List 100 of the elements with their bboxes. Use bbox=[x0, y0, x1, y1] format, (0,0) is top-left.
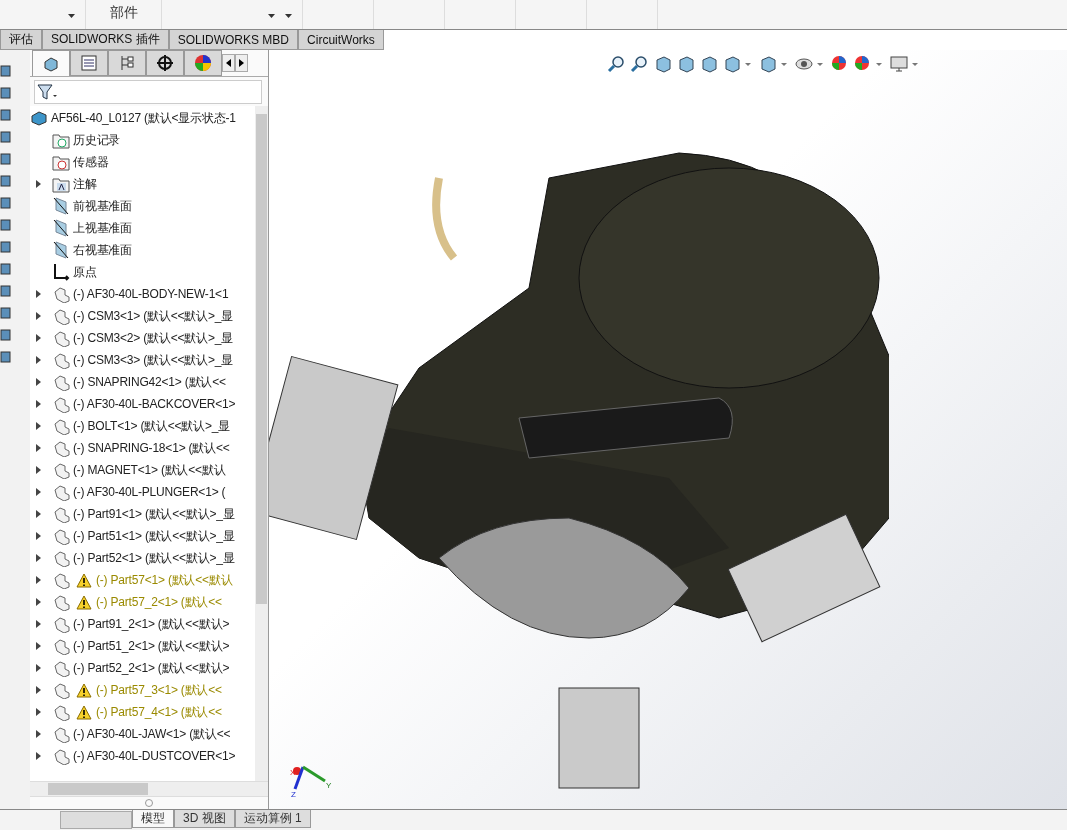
origin-icon bbox=[52, 263, 70, 281]
tree-item[interactable]: (-) CSM3<1> (默认<<默认>_显 bbox=[73, 307, 233, 325]
caret-icon[interactable] bbox=[285, 13, 292, 18]
tool-icon[interactable] bbox=[0, 284, 12, 298]
tree-item[interactable]: (-) MAGNET<1> (默认<<默认 bbox=[73, 461, 226, 479]
command-tab[interactable]: SOLIDWORKS 插件 bbox=[42, 30, 169, 50]
scroll-left-button[interactable] bbox=[222, 54, 235, 72]
right-arrow-icon bbox=[239, 59, 244, 67]
ribbon-button-label[interactable]: 部件 bbox=[109, 5, 138, 20]
tree-item[interactable]: (-) AF30-40L-BACKCOVER<1> bbox=[73, 397, 236, 411]
tool-icon[interactable] bbox=[0, 306, 12, 320]
expand-arrow-icon[interactable] bbox=[36, 378, 41, 386]
caret-icon[interactable] bbox=[68, 13, 75, 18]
tool-icon[interactable] bbox=[0, 328, 12, 342]
filter-icon[interactable] bbox=[37, 83, 57, 101]
part-icon bbox=[52, 373, 70, 391]
zoom-area-icon[interactable] bbox=[630, 55, 650, 73]
expand-arrow-icon[interactable] bbox=[36, 488, 41, 496]
tree-item[interactable]: (-) AF30-40L-DUSTCOVER<1> bbox=[73, 749, 236, 763]
tool-icon[interactable] bbox=[0, 218, 12, 232]
tree-item[interactable]: 传感器 bbox=[73, 153, 109, 171]
expand-arrow-icon[interactable] bbox=[36, 400, 41, 408]
tool-icon[interactable] bbox=[0, 86, 12, 100]
horizontal-scrollbar[interactable] bbox=[30, 781, 268, 796]
monitor-icon[interactable] bbox=[889, 55, 909, 73]
expand-arrow-icon[interactable] bbox=[36, 686, 41, 694]
command-tab[interactable]: SOLIDWORKS MBD bbox=[168, 30, 299, 50]
tool-icon[interactable] bbox=[0, 350, 12, 364]
part-icon bbox=[52, 285, 70, 303]
expand-arrow-icon[interactable] bbox=[36, 598, 41, 606]
panel-tab[interactable] bbox=[146, 50, 184, 76]
expand-arrow-icon[interactable] bbox=[36, 334, 41, 342]
expand-arrow-icon[interactable] bbox=[36, 642, 41, 650]
tree-item[interactable]: AF56L-40_L0127 (默认<显示状态-1 bbox=[51, 109, 236, 127]
expand-arrow-icon[interactable] bbox=[36, 356, 41, 364]
panel-tab[interactable] bbox=[184, 50, 222, 76]
tree-item[interactable]: (-) Part57_4<1> (默认<< bbox=[96, 703, 222, 721]
tree-item[interactable]: (-) Part57<1> (默认<<默认 bbox=[96, 571, 233, 589]
tree-item[interactable]: (-) SNAPRING42<1> (默认<< bbox=[73, 373, 226, 391]
tool-icon[interactable] bbox=[0, 64, 12, 78]
tree-item[interactable]: (-) AF30-40L-JAW<1> (默认<< bbox=[73, 725, 231, 743]
tree-item[interactable]: (-) Part52<1> (默认<<默认>_显 bbox=[73, 549, 235, 567]
tree-item[interactable]: (-) Part57_3<1> (默认<< bbox=[96, 681, 222, 699]
tree-item[interactable]: (-) AF30-40L-BODY-NEW-1<1 bbox=[73, 287, 229, 301]
expand-arrow-icon[interactable] bbox=[36, 466, 41, 474]
tree-item[interactable]: (-) Part51<1> (默认<<默认>_显 bbox=[73, 527, 235, 545]
scroll-right-button[interactable] bbox=[235, 54, 248, 72]
command-tab[interactable]: CircuitWorks bbox=[298, 30, 384, 50]
zoom-fit-icon[interactable] bbox=[607, 55, 627, 73]
expand-arrow-icon[interactable] bbox=[36, 664, 41, 672]
expand-arrow-icon[interactable] bbox=[36, 752, 41, 760]
tree-item[interactable]: 上视基准面 bbox=[73, 219, 132, 237]
expand-arrow-icon[interactable] bbox=[36, 290, 41, 298]
expand-arrow-icon[interactable] bbox=[36, 576, 41, 584]
caret-icon[interactable] bbox=[268, 13, 275, 18]
tree-item[interactable]: 右视基准面 bbox=[73, 241, 132, 259]
command-tab[interactable]: 评估 bbox=[0, 30, 42, 50]
tree-item[interactable]: 前视基准面 bbox=[73, 197, 132, 215]
assembly-icon bbox=[30, 109, 48, 127]
tree-item[interactable]: (-) Part52_2<1> (默认<<默认> bbox=[73, 659, 230, 677]
expand-arrow-icon[interactable] bbox=[36, 708, 41, 716]
part-icon bbox=[52, 615, 70, 633]
hide-show-icon[interactable] bbox=[794, 55, 814, 73]
tree-item[interactable]: (-) Part51_2<1> (默认<<默认> bbox=[73, 637, 230, 655]
tool-icon[interactable] bbox=[0, 262, 12, 276]
expand-arrow-icon[interactable] bbox=[36, 422, 41, 430]
part-icon bbox=[52, 681, 70, 699]
tree-item[interactable]: 原点 bbox=[73, 263, 97, 281]
tool-icon[interactable] bbox=[0, 240, 12, 254]
expand-arrow-icon[interactable] bbox=[36, 312, 41, 320]
part-icon bbox=[52, 703, 70, 721]
part-icon bbox=[52, 351, 70, 369]
expand-arrow-icon[interactable] bbox=[36, 554, 41, 562]
tree-item[interactable]: 历史记录 bbox=[73, 131, 121, 149]
tool-icon[interactable] bbox=[0, 174, 12, 188]
expand-arrow-icon[interactable] bbox=[36, 510, 41, 518]
tool-icon[interactable] bbox=[0, 130, 12, 144]
tree-item[interactable]: (-) Part57_2<1> (默认<< bbox=[96, 593, 222, 611]
expand-arrow-icon[interactable] bbox=[36, 532, 41, 540]
tree-item[interactable]: (-) BOLT<1> (默认<<默认>_显 bbox=[73, 417, 231, 435]
expand-arrow-icon[interactable] bbox=[36, 730, 41, 738]
tree-item[interactable]: (-) AF30-40L-PLUNGER<1> ( bbox=[73, 485, 226, 499]
expand-arrow-icon[interactable] bbox=[36, 180, 41, 188]
view-tab[interactable]: 运动算例 1 bbox=[234, 810, 311, 828]
tree-item[interactable]: (-) SNAPRING-18<1> (默认<< bbox=[73, 439, 230, 457]
tree-item[interactable]: (-) CSM3<3> (默认<<默认>_显 bbox=[73, 351, 233, 369]
tree-item[interactable]: 注解 bbox=[73, 175, 97, 193]
tree-item[interactable]: (-) CSM3<2> (默认<<默认>_显 bbox=[73, 329, 233, 347]
tool-icon[interactable] bbox=[0, 152, 12, 166]
tool-icon[interactable] bbox=[0, 196, 12, 210]
plane-icon bbox=[52, 241, 70, 259]
panel-tab[interactable] bbox=[32, 50, 70, 76]
expand-arrow-icon[interactable] bbox=[36, 620, 41, 628]
tool-icon[interactable] bbox=[0, 108, 12, 122]
view-tab[interactable]: 模型 bbox=[132, 810, 174, 828]
expand-arrow-icon[interactable] bbox=[36, 444, 41, 452]
tree-item[interactable]: (-) Part91<1> (默认<<默认>_显 bbox=[73, 505, 235, 523]
view-tab[interactable]: 3D 视图 bbox=[174, 810, 235, 828]
vertical-scrollbar[interactable] bbox=[255, 106, 268, 781]
tree-item[interactable]: (-) Part91_2<1> (默认<<默认> bbox=[73, 615, 230, 633]
